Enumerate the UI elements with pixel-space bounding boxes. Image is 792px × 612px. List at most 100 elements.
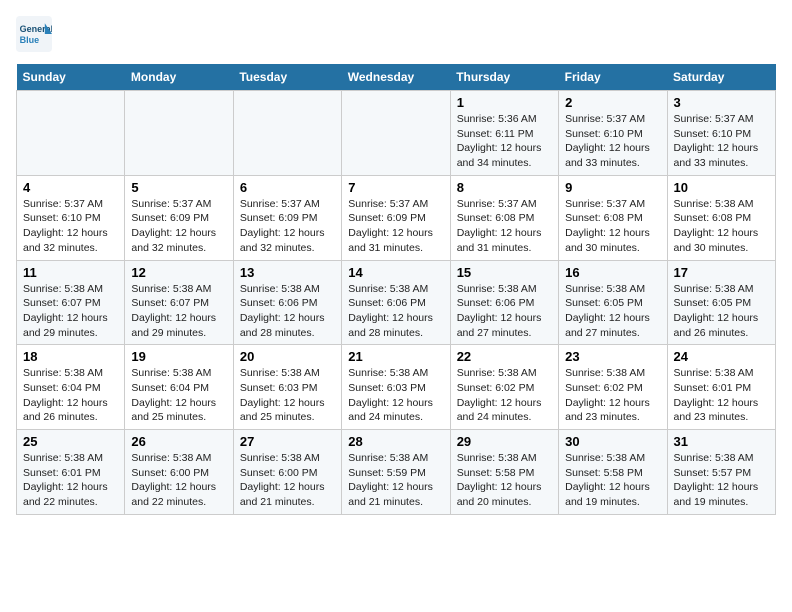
svg-text:Blue: Blue bbox=[20, 35, 40, 45]
calendar-cell: 10 Sunrise: 5:38 AMSunset: 6:08 PMDayligh… bbox=[667, 175, 775, 260]
calendar-cell: 3 Sunrise: 5:37 AMSunset: 6:10 PMDaylight… bbox=[667, 91, 775, 176]
weekday-header-sunday: Sunday bbox=[17, 64, 125, 91]
day-number: 10 bbox=[674, 180, 769, 195]
day-info: Sunrise: 5:38 AMSunset: 6:01 PMDaylight:… bbox=[23, 451, 118, 510]
day-info: Sunrise: 5:38 AMSunset: 6:05 PMDaylight:… bbox=[565, 282, 660, 341]
day-number: 7 bbox=[348, 180, 443, 195]
calendar-week-2: 4Sunrise: 5:37 AMSunset: 6:10 PMDaylight… bbox=[17, 175, 776, 260]
page-header: General Blue bbox=[16, 16, 776, 52]
day-number: 12 bbox=[131, 265, 226, 280]
calendar-cell: 24 Sunrise: 5:38 AMSunset: 6:01 PMDayligh… bbox=[667, 345, 775, 430]
logo-icon: General Blue bbox=[16, 16, 52, 52]
day-info: Sunrise: 5:37 AMSunset: 6:10 PMDaylight:… bbox=[565, 112, 660, 171]
day-info: Sunrise: 5:37 AMSunset: 6:10 PMDaylight:… bbox=[674, 112, 769, 171]
calendar-week-1: 1Sunrise: 5:36 AMSunset: 6:11 PMDaylight… bbox=[17, 91, 776, 176]
day-number: 31 bbox=[674, 434, 769, 449]
calendar-cell: 23 Sunrise: 5:38 AMSunset: 6:02 PMDayligh… bbox=[559, 345, 667, 430]
calendar-cell: 25Sunrise: 5:38 AMSunset: 6:01 PMDayligh… bbox=[17, 430, 125, 515]
day-number: 15 bbox=[457, 265, 552, 280]
calendar-cell: 2 Sunrise: 5:37 AMSunset: 6:10 PMDaylight… bbox=[559, 91, 667, 176]
day-info: Sunrise: 5:38 AMSunset: 6:00 PMDaylight:… bbox=[131, 451, 226, 510]
day-number: 26 bbox=[131, 434, 226, 449]
calendar-cell: 11 Sunrise: 5:38 AMSunset: 6:07 PMDayligh… bbox=[17, 260, 125, 345]
calendar-cell: 14 Sunrise: 5:38 AMSunset: 6:06 PMDayligh… bbox=[342, 260, 450, 345]
day-number: 4 bbox=[23, 180, 118, 195]
day-info: Sunrise: 5:37 AMSunset: 6:09 PMDaylight:… bbox=[348, 197, 443, 256]
day-info: Sunrise: 5:38 AMSunset: 6:05 PMDaylight:… bbox=[674, 282, 769, 341]
day-number: 22 bbox=[457, 349, 552, 364]
day-number: 9 bbox=[565, 180, 660, 195]
day-info: Sunrise: 5:38 AMSunset: 6:02 PMDaylight:… bbox=[457, 366, 552, 425]
day-info: Sunrise: 5:37 AMSunset: 6:08 PMDaylight:… bbox=[457, 197, 552, 256]
calendar-cell: 8 Sunrise: 5:37 AMSunset: 6:08 PMDaylight… bbox=[450, 175, 558, 260]
day-number: 11 bbox=[23, 265, 118, 280]
day-info: Sunrise: 5:38 AMSunset: 5:58 PMDaylight:… bbox=[457, 451, 552, 510]
day-number: 13 bbox=[240, 265, 335, 280]
day-info: Sunrise: 5:38 AMSunset: 6:07 PMDaylight:… bbox=[23, 282, 118, 341]
calendar-cell: 1Sunrise: 5:36 AMSunset: 6:11 PMDaylight… bbox=[450, 91, 558, 176]
day-info: Sunrise: 5:38 AMSunset: 5:58 PMDaylight:… bbox=[565, 451, 660, 510]
day-number: 14 bbox=[348, 265, 443, 280]
day-info: Sunrise: 5:38 AMSunset: 6:06 PMDaylight:… bbox=[457, 282, 552, 341]
day-info: Sunrise: 5:38 AMSunset: 6:03 PMDaylight:… bbox=[240, 366, 335, 425]
calendar-cell: 7 Sunrise: 5:37 AMSunset: 6:09 PMDaylight… bbox=[342, 175, 450, 260]
weekday-header-tuesday: Tuesday bbox=[233, 64, 341, 91]
calendar-cell: 26 Sunrise: 5:38 AMSunset: 6:00 PMDayligh… bbox=[125, 430, 233, 515]
calendar-cell: 31 Sunrise: 5:38 AMSunset: 5:57 PMDayligh… bbox=[667, 430, 775, 515]
day-number: 2 bbox=[565, 95, 660, 110]
calendar-cell: 17 Sunrise: 5:38 AMSunset: 6:05 PMDayligh… bbox=[667, 260, 775, 345]
calendar-cell: 30Sunrise: 5:38 AMSunset: 5:58 PMDayligh… bbox=[559, 430, 667, 515]
day-number: 5 bbox=[131, 180, 226, 195]
calendar-cell: 19Sunrise: 5:38 AMSunset: 6:04 PMDayligh… bbox=[125, 345, 233, 430]
day-number: 8 bbox=[457, 180, 552, 195]
calendar-cell: 13 Sunrise: 5:38 AMSunset: 6:06 PMDayligh… bbox=[233, 260, 341, 345]
day-info: Sunrise: 5:38 AMSunset: 6:04 PMDaylight:… bbox=[131, 366, 226, 425]
weekday-header-friday: Friday bbox=[559, 64, 667, 91]
day-number: 24 bbox=[674, 349, 769, 364]
day-number: 20 bbox=[240, 349, 335, 364]
day-number: 3 bbox=[674, 95, 769, 110]
day-info: Sunrise: 5:38 AMSunset: 5:57 PMDaylight:… bbox=[674, 451, 769, 510]
calendar-cell: 20 Sunrise: 5:38 AMSunset: 6:03 PMDayligh… bbox=[233, 345, 341, 430]
calendar-cell bbox=[233, 91, 341, 176]
calendar-cell: 16 Sunrise: 5:38 AMSunset: 6:05 PMDayligh… bbox=[559, 260, 667, 345]
calendar-cell: 6 Sunrise: 5:37 AMSunset: 6:09 PMDaylight… bbox=[233, 175, 341, 260]
day-info: Sunrise: 5:37 AMSunset: 6:08 PMDaylight:… bbox=[565, 197, 660, 256]
day-number: 18 bbox=[23, 349, 118, 364]
calendar-cell: 22 Sunrise: 5:38 AMSunset: 6:02 PMDayligh… bbox=[450, 345, 558, 430]
weekday-header-saturday: Saturday bbox=[667, 64, 775, 91]
day-info: Sunrise: 5:38 AMSunset: 6:02 PMDaylight:… bbox=[565, 366, 660, 425]
day-number: 6 bbox=[240, 180, 335, 195]
day-number: 29 bbox=[457, 434, 552, 449]
day-info: Sunrise: 5:38 AMSunset: 6:06 PMDaylight:… bbox=[348, 282, 443, 341]
day-number: 28 bbox=[348, 434, 443, 449]
day-number: 21 bbox=[348, 349, 443, 364]
calendar-cell: 18Sunrise: 5:38 AMSunset: 6:04 PMDayligh… bbox=[17, 345, 125, 430]
calendar-cell: 9 Sunrise: 5:37 AMSunset: 6:08 PMDaylight… bbox=[559, 175, 667, 260]
weekday-header-monday: Monday bbox=[125, 64, 233, 91]
day-number: 17 bbox=[674, 265, 769, 280]
day-info: Sunrise: 5:38 AMSunset: 5:59 PMDaylight:… bbox=[348, 451, 443, 510]
day-info: Sunrise: 5:38 AMSunset: 6:01 PMDaylight:… bbox=[674, 366, 769, 425]
day-number: 23 bbox=[565, 349, 660, 364]
day-info: Sunrise: 5:38 AMSunset: 6:00 PMDaylight:… bbox=[240, 451, 335, 510]
day-info: Sunrise: 5:38 AMSunset: 6:08 PMDaylight:… bbox=[674, 197, 769, 256]
weekday-header-thursday: Thursday bbox=[450, 64, 558, 91]
calendar-cell: 15 Sunrise: 5:38 AMSunset: 6:06 PMDayligh… bbox=[450, 260, 558, 345]
calendar-cell: 28 Sunrise: 5:38 AMSunset: 5:59 PMDayligh… bbox=[342, 430, 450, 515]
day-info: Sunrise: 5:38 AMSunset: 6:07 PMDaylight:… bbox=[131, 282, 226, 341]
day-info: Sunrise: 5:38 AMSunset: 6:06 PMDaylight:… bbox=[240, 282, 335, 341]
day-info: Sunrise: 5:37 AMSunset: 6:09 PMDaylight:… bbox=[131, 197, 226, 256]
day-number: 1 bbox=[457, 95, 552, 110]
calendar-cell: 12 Sunrise: 5:38 AMSunset: 6:07 PMDayligh… bbox=[125, 260, 233, 345]
calendar-week-5: 25Sunrise: 5:38 AMSunset: 6:01 PMDayligh… bbox=[17, 430, 776, 515]
logo: General Blue bbox=[16, 16, 56, 52]
day-info: Sunrise: 5:38 AMSunset: 6:03 PMDaylight:… bbox=[348, 366, 443, 425]
calendar-table: SundayMondayTuesdayWednesdayThursdayFrid… bbox=[16, 64, 776, 515]
calendar-cell bbox=[125, 91, 233, 176]
calendar-cell: 29 Sunrise: 5:38 AMSunset: 5:58 PMDayligh… bbox=[450, 430, 558, 515]
day-number: 16 bbox=[565, 265, 660, 280]
day-number: 27 bbox=[240, 434, 335, 449]
day-info: Sunrise: 5:37 AMSunset: 6:09 PMDaylight:… bbox=[240, 197, 335, 256]
calendar-cell: 4Sunrise: 5:37 AMSunset: 6:10 PMDaylight… bbox=[17, 175, 125, 260]
